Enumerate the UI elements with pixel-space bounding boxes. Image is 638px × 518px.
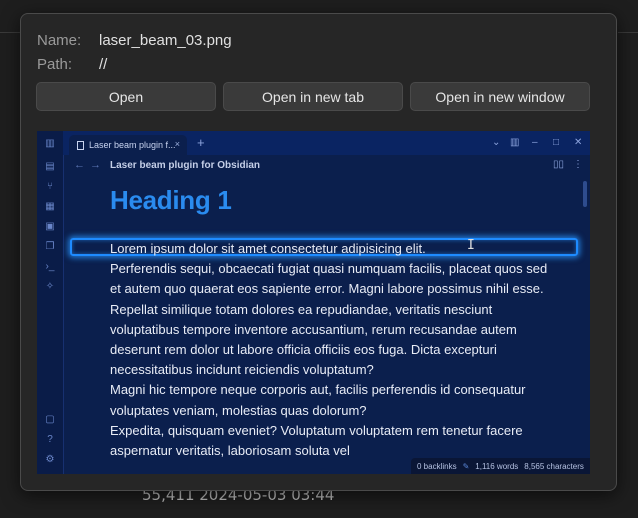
canvas-icon: ▦ [45,201,55,212]
path-row: Path: // [37,56,107,73]
tab-bar: Laser beam plugin f... × + ⌄ ▥ – □ ✕ [63,131,590,155]
open-new-window-button[interactable]: Open in new window [410,82,590,111]
magic-wand-icon: ✧ [45,281,55,292]
tab-close-icon: × [174,139,180,149]
scrollbar-thumb [583,181,587,207]
backlinks-count: 0 backlinks [417,461,457,471]
tab-laser-beam: Laser beam plugin f... × [69,135,187,155]
background-divider-right [618,32,638,33]
paragraph-1: Lorem ipsum dolor sit amet consectetur a… [110,241,426,256]
maximize-icon: □ [553,137,560,148]
edit-mode-icon: ✎ [462,461,470,471]
more-options-icon: ⋮ [573,159,583,170]
word-count: 1,116 words [475,461,519,471]
paragraph-3: Repellat similique totam dolores ea repu… [110,301,517,378]
sidebar-toggle-icon: ▥ [45,138,55,149]
paragraph-4: Magni hic tempore neque corporis aut, fa… [110,382,526,418]
text-cursor-icon: I [467,238,475,253]
status-bar: 0 backlinks ✎ 1,116 words 8,565 characte… [411,458,590,474]
path-label: Path: [37,56,73,73]
paragraph-2: Perferendis sequi, obcaecati fugiat quas… [110,261,548,297]
note-title: Laser beam plugin for Obsidian [110,160,261,171]
settings-icon: ⚙ [45,454,55,465]
copy-icon: ❐ [45,241,55,252]
character-count: 8,565 characters [524,461,584,471]
minimize-icon: – [532,137,538,148]
image-preview: ▥ ▤ ⑂ ▦ ▣ ❐ ›_ ✧ ▢ ? ⚙ Laser beam plugin… [37,131,590,474]
file-explorer-icon: ▤ [45,161,55,172]
help-icon: ? [47,434,53,445]
tab-list-chevron-icon: ⌄ [492,137,501,148]
left-ribbon: ▥ ▤ ⑂ ▦ ▣ ❐ ›_ ✧ ▢ ? ⚙ [37,131,64,474]
note-heading: Heading 1 [110,185,232,215]
document-icon [77,140,84,150]
graph-icon: ⑂ [47,181,53,192]
back-arrow-icon: ← [74,159,85,171]
name-label: Name: [37,32,82,49]
reading-view-icon: ▯▯ [553,159,565,170]
new-tab-icon: + [197,135,205,150]
vault-icon: ▢ [45,414,55,425]
tab-title: Laser beam plugin f... [89,140,176,150]
background-divider-left [0,32,20,33]
name-row: Name: laser_beam_03.png [37,32,232,49]
right-sidebar-icon: ▥ [510,137,520,148]
note-header: ← → Laser beam plugin for Obsidian ▯▯ ⋮ [63,155,590,177]
paragraph-5: Expedita, quisquam eveniet? Voluptatum v… [110,422,523,459]
file-path: // [99,56,108,73]
calendar-icon: ▣ [45,221,55,232]
window-close-icon: ✕ [574,137,583,148]
file-name: laser_beam_03.png [99,32,232,49]
file-preview-popover: Name: laser_beam_03.png Path: // Open Op… [20,13,617,491]
open-new-tab-button[interactable]: Open in new tab [223,82,403,111]
forward-arrow-icon: → [90,159,101,171]
terminal-icon: ›_ [45,261,55,272]
open-button[interactable]: Open [36,82,216,111]
note-body: Lorem ipsum dolor sit amet consectetur a… [110,239,550,461]
